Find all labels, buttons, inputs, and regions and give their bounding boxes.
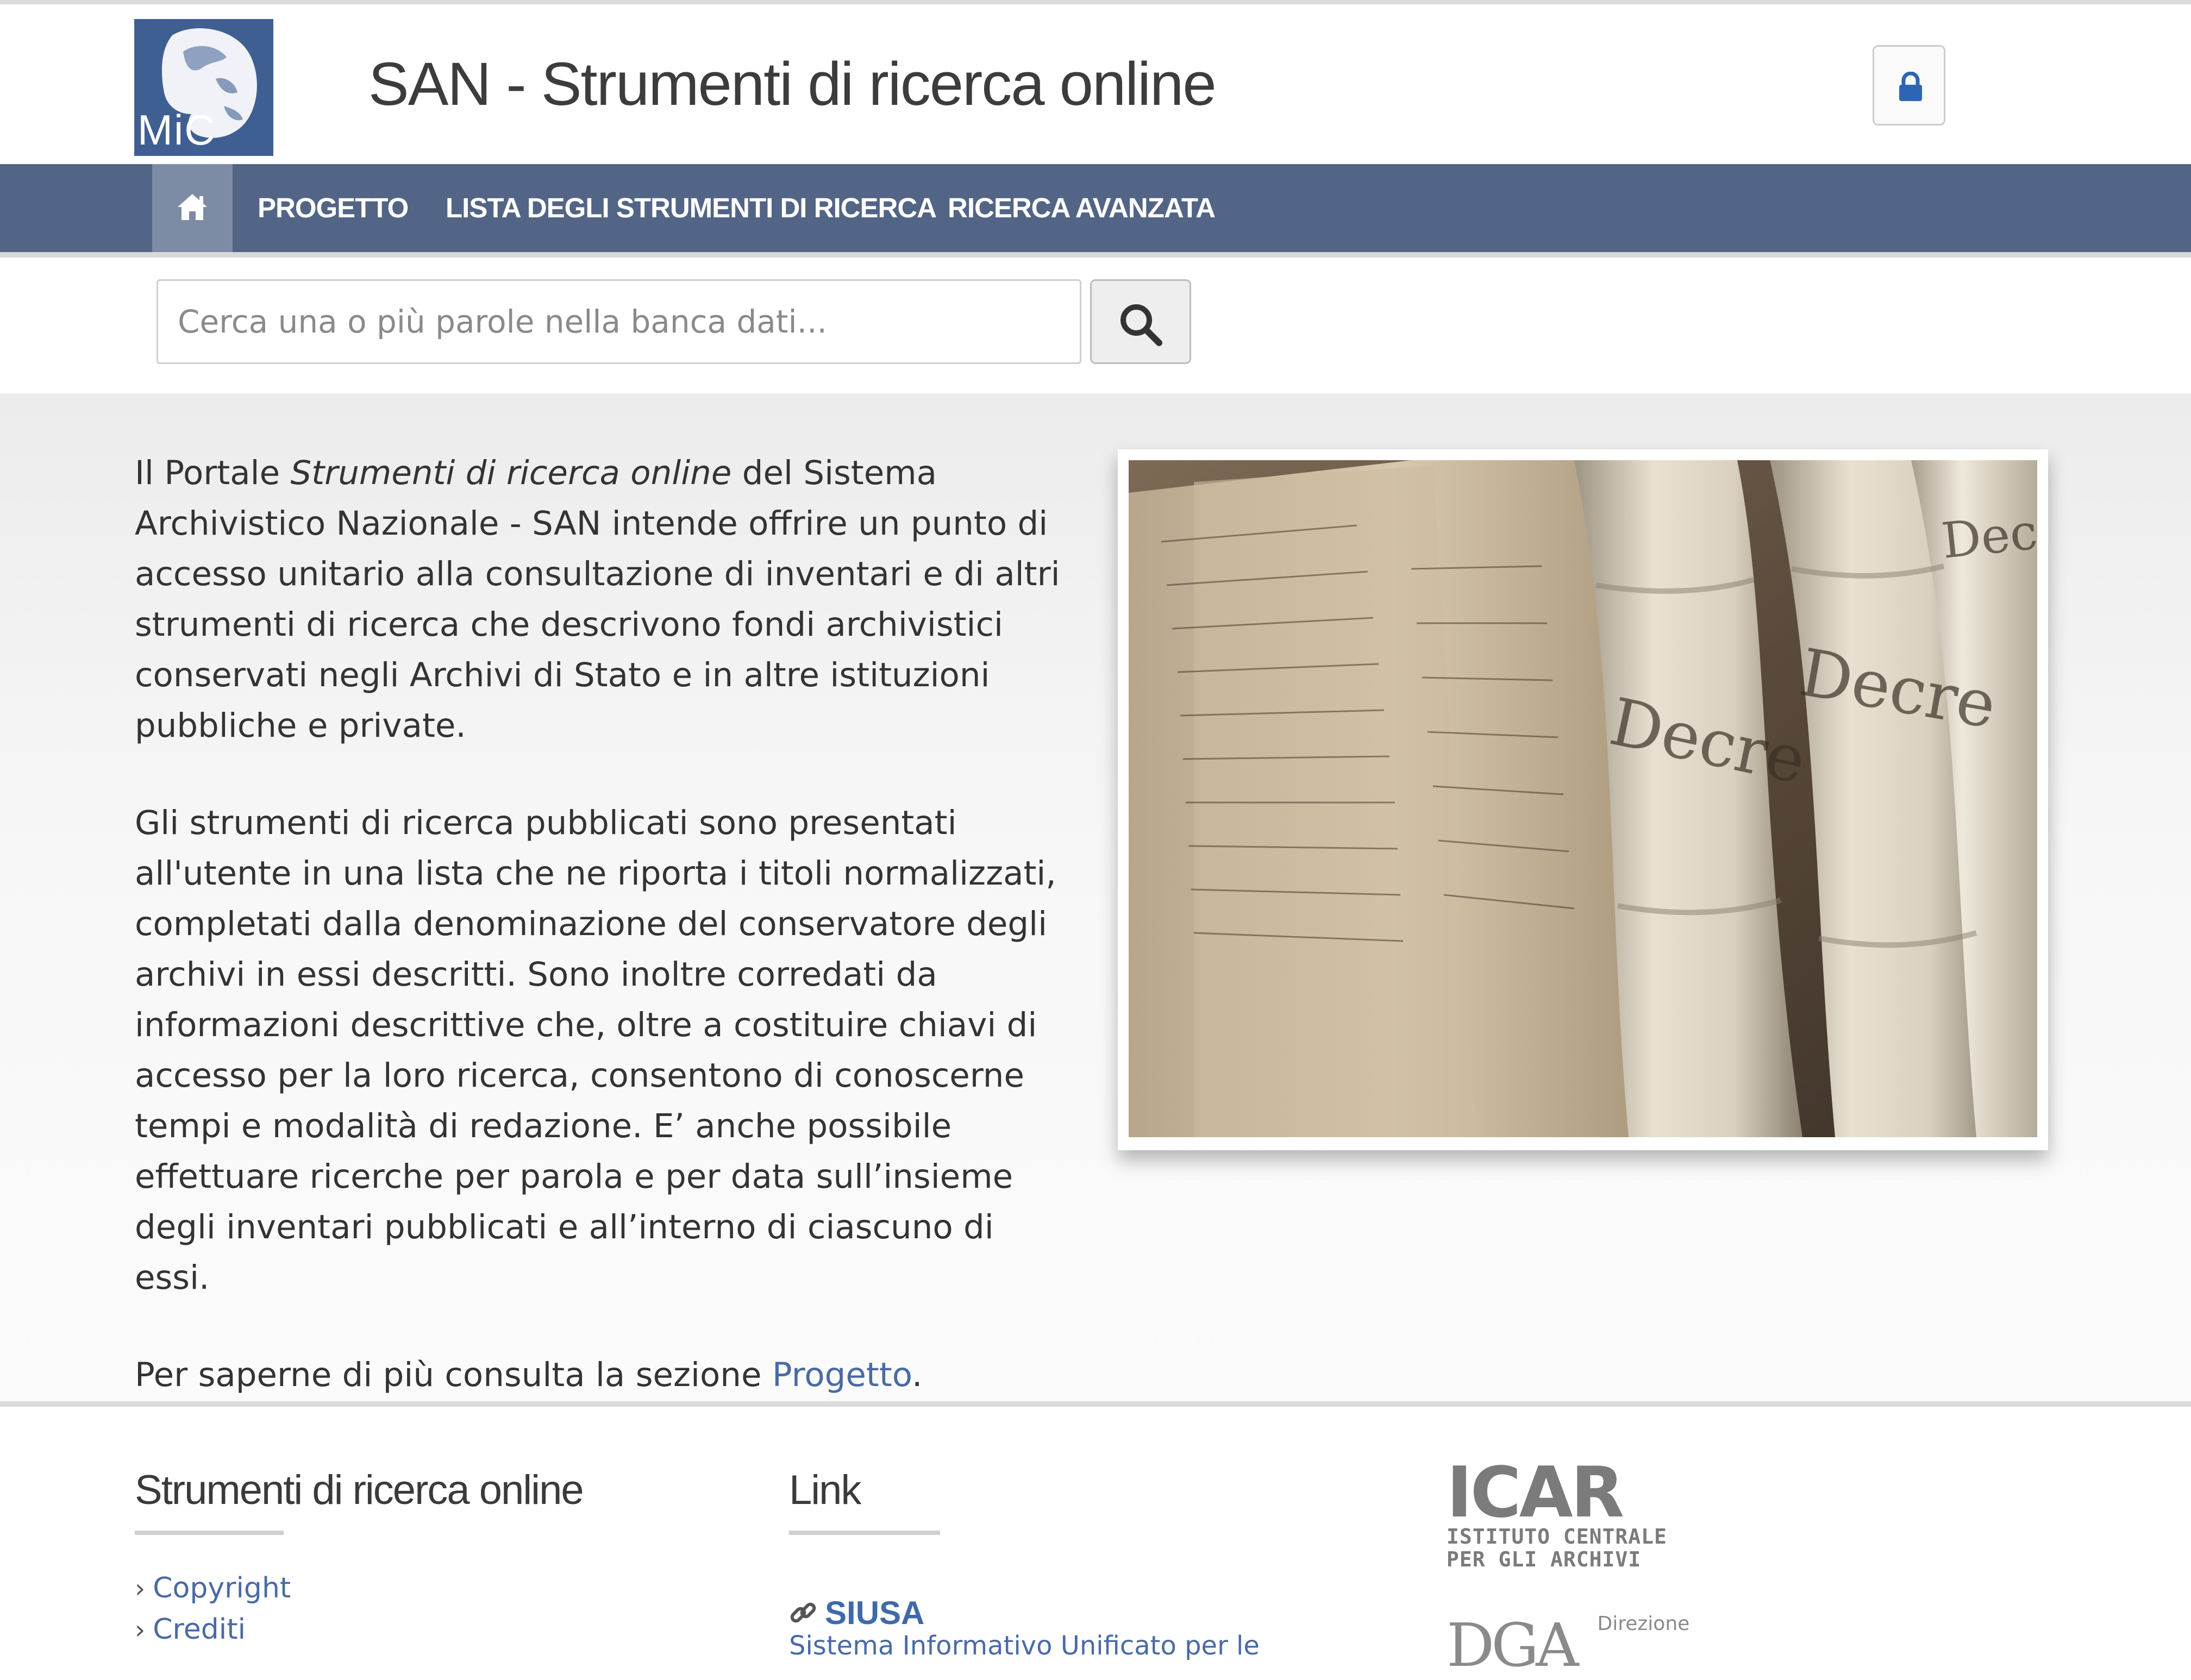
lock-icon	[1899, 72, 1922, 101]
dga-logo[interactable]: DGA Direzione	[1447, 1610, 1689, 1680]
link-icon	[790, 1602, 816, 1623]
footer-separator	[0, 1401, 2191, 1407]
nav-progetto[interactable]: PROGETTO	[258, 164, 409, 252]
login-button[interactable]	[1873, 45, 1945, 126]
archive-photo: Decre Decre Decre	[1129, 460, 2037, 1137]
home-icon	[178, 194, 207, 220]
portal-name: Strumenti di ricerca online	[290, 454, 732, 492]
mic-logo[interactable]: MiC	[134, 19, 273, 156]
footer-heading-underline	[789, 1531, 940, 1535]
footer-heading-underline	[135, 1531, 284, 1535]
dga-logo-mark: DGA	[1447, 1610, 1579, 1680]
chevron-right-icon: ›	[135, 1574, 146, 1604]
archive-photo-frame: Decre Decre Decre	[1118, 449, 2048, 1150]
icar-logo-line2: PER GLI ARCHIVI	[1447, 1547, 1642, 1571]
search-bar	[0, 258, 2191, 393]
chevron-right-icon: ›	[135, 1615, 146, 1645]
progetto-link[interactable]: Progetto	[772, 1356, 912, 1394]
icar-logo[interactable]: ICAR ISTITUTO CENTRALE PER GLI ARCHIVI	[1447, 1452, 1667, 1571]
footer-heading-link: Link	[789, 1467, 861, 1513]
main-content: Il Portale Strumenti di ricerca online d…	[0, 393, 2191, 1401]
intro-text: Il Portale Strumenti di ricerca online d…	[135, 448, 1069, 1400]
site-header: MiC SAN - Strumenti di ricerca online	[0, 4, 2191, 164]
top-border	[0, 0, 2191, 4]
footer-heading-strumenti: Strumenti di ricerca online	[135, 1467, 584, 1513]
siusa-description: Sistema Informativo Unificato per le	[789, 1631, 1260, 1661]
nav-home[interactable]	[152, 164, 233, 252]
search-input[interactable]	[156, 279, 1081, 364]
footer-link-crediti[interactable]: › Crediti	[135, 1613, 246, 1646]
dga-logo-text: Direzione	[1597, 1613, 1690, 1635]
main-navbar: PROGETTO LISTA DEGLI STRUMENTI DI RICERC…	[0, 164, 2191, 252]
site-footer: Strumenti di ricerca online › Copyright ›…	[0, 1407, 2191, 1680]
site-title[interactable]: SAN - Strumenti di ricerca online	[368, 49, 1217, 119]
search-button[interactable]	[1090, 279, 1191, 364]
logo-text: MiC	[137, 106, 216, 154]
nav-ricerca-avanzata[interactable]: RICERCA AVANZATA	[948, 164, 1216, 252]
nav-lista-strumenti[interactable]: LISTA DEGLI STRUMENTI DI RICERCA	[446, 164, 937, 252]
icar-logo-line1: ISTITUTO CENTRALE	[1447, 1525, 1667, 1549]
navbar-underline	[0, 252, 2191, 258]
intro-paragraph-1: Il Portale Strumenti di ricerca online d…	[135, 454, 1060, 745]
search-icon	[1120, 304, 1162, 346]
footer-link-copyright[interactable]: › Copyright	[135, 1572, 291, 1604]
intro-paragraph-2: Gli strumenti di ricerca pubblicati sono…	[135, 804, 1056, 1297]
archive-books-image: Decre Decre Decre	[1129, 460, 2037, 1137]
intro-paragraph-3: Per saperne di più consulta la sezione P…	[135, 1356, 923, 1394]
icar-logo-mark: ICAR	[1447, 1452, 1624, 1533]
footer-link-siusa[interactable]: SIUSA	[789, 1594, 924, 1632]
